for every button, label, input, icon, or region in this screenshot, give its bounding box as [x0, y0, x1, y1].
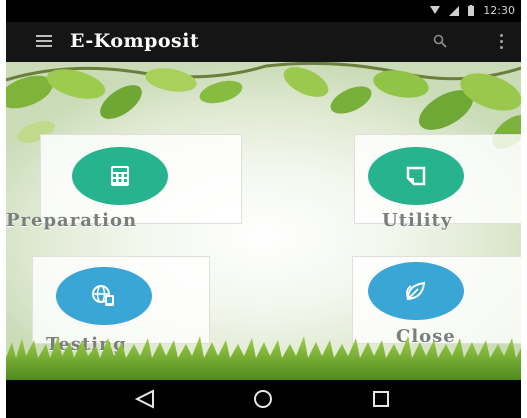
- recents-icon[interactable]: [371, 389, 391, 409]
- app-title: E-Komposit: [70, 30, 200, 52]
- home-icon[interactable]: [252, 389, 274, 409]
- utility-tile[interactable]: Utility: [346, 134, 521, 264]
- signal-icon: [449, 5, 460, 16]
- app-bar: E-Komposit: [6, 22, 521, 62]
- preparation-button[interactable]: [72, 147, 168, 205]
- preparation-tile[interactable]: Preparation: [6, 134, 242, 264]
- battery-icon: [468, 5, 475, 16]
- grass-background: [6, 336, 521, 380]
- globe-device-icon: [92, 285, 114, 306]
- more-options-icon[interactable]: [500, 34, 504, 52]
- navigation-bar: [6, 380, 521, 418]
- testing-button[interactable]: [56, 267, 152, 325]
- utility-label: Utility: [382, 210, 453, 231]
- menu-icon[interactable]: [36, 35, 52, 48]
- back-icon[interactable]: [134, 389, 156, 409]
- close-button[interactable]: [368, 262, 464, 320]
- main-content: Preparation Utility Testing Close: [6, 62, 521, 380]
- phone-screen: 12:30 E-Komposit Preparation Utility Tes…: [6, 0, 521, 418]
- leaf-icon: [406, 281, 426, 301]
- status-bar: 12:30: [6, 0, 521, 22]
- utility-button[interactable]: [368, 147, 464, 205]
- status-time: 12:30: [483, 4, 515, 17]
- calculator-icon: [111, 166, 129, 186]
- wifi-icon: [430, 6, 441, 14]
- preparation-label: Preparation: [6, 210, 138, 231]
- note-icon: [406, 166, 426, 186]
- search-icon[interactable]: [433, 34, 447, 48]
